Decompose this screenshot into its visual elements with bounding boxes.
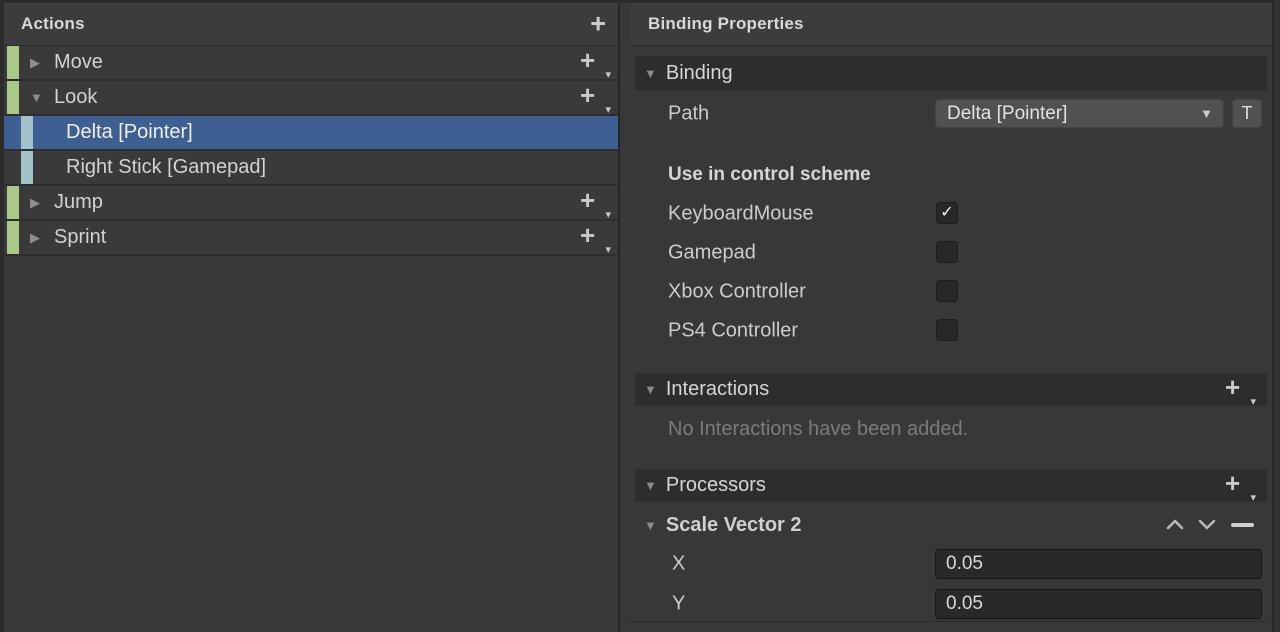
action-row-look[interactable]: ▼ Look + ▾ [4,81,618,116]
caret-icon: ▾ [605,103,611,116]
action-color-bar [7,46,19,79]
binding-properties-title: Binding Properties [630,14,804,34]
processor-name: Scale Vector 2 [666,514,802,537]
scheme-checkbox[interactable]: ✓ [936,202,958,224]
add-binding-button[interactable]: + ▾ [580,50,604,76]
processor-scale-vector2-header[interactable]: ▼ Scale Vector 2 [635,509,1267,541]
window-border-right-pad [1274,0,1280,632]
scheme-label: PS4 Controller [668,320,798,343]
caret-icon: ▾ [1250,491,1256,504]
action-color-bar [7,186,19,219]
scheme-checkbox[interactable]: ✓ [936,319,958,341]
action-color-bar [7,221,19,254]
action-row-move[interactable]: ▶ Move + ▾ [4,46,618,81]
foldout-open-icon[interactable]: ▼ [30,90,46,105]
binding-row-delta-pointer[interactable]: Delta [Pointer] [4,116,618,151]
t-button-label: T [1242,103,1253,124]
path-row: Path Delta [Pointer] ▼ T [630,99,1262,129]
add-binding-button[interactable]: + ▾ [580,190,604,216]
interactions-section-title: Interactions [666,378,769,401]
interactions-section-header[interactable]: ▼ Interactions + ▾ [635,373,1267,406]
action-row-jump[interactable]: ▶ Jump + ▾ [4,186,618,221]
move-processor-down-icon[interactable] [1197,518,1217,531]
y-input[interactable]: 0.05 [935,589,1262,619]
panel-divider[interactable] [618,3,620,632]
add-processor-button[interactable]: + ▾ [1225,473,1249,499]
caret-icon: ▾ [605,68,611,81]
binding-properties-header: Binding Properties [630,3,1272,46]
foldout-open-icon[interactable]: ▼ [644,478,657,493]
add-binding-button[interactable]: + ▾ [580,225,604,251]
foldout-collapsed-icon[interactable]: ▶ [30,195,46,211]
add-action-button[interactable]: + [590,11,606,38]
add-binding-button[interactable]: + ▾ [580,85,604,111]
check-icon: ✓ [940,205,953,221]
action-row-sprint[interactable]: ▶ Sprint + ▾ [4,221,618,256]
processor-section-bottom-rule [630,621,1266,622]
binding-section-header[interactable]: ▼ Binding [635,56,1267,90]
action-label: Move [54,51,103,74]
actions-panel-title: Actions [4,14,85,34]
binding-row-right-stick[interactable]: Right Stick [Gamepad] [4,151,618,186]
caret-icon: ▾ [605,243,611,256]
path-text-mode-button[interactable]: T [1232,99,1262,128]
actions-panel: Actions + ▶ Move + ▾ ▼ Look + ▾ Delta [P… [4,3,618,632]
interactions-empty-message: No Interactions have been added. [668,418,968,441]
remove-processor-icon[interactable] [1231,523,1254,527]
x-label: X [672,553,685,576]
foldout-open-icon[interactable]: ▼ [644,66,657,81]
foldout-open-icon[interactable]: ▼ [644,518,657,533]
scheme-row-keyboardmouse: KeyboardMouse ✓ [630,202,1262,226]
y-label: Y [672,593,685,616]
foldout-collapsed-icon[interactable]: ▶ [30,230,46,246]
processor-field-x: X 0.05 [630,549,1262,579]
binding-label: Right Stick [Gamepad] [66,156,266,179]
binding-color-bar [21,116,33,149]
scheme-checkbox[interactable]: ✓ [936,241,958,263]
action-label: Sprint [54,226,106,249]
scheme-row-ps4: PS4 Controller ✓ [630,319,1262,343]
scheme-row-xbox: Xbox Controller ✓ [630,280,1262,304]
scheme-label: Gamepad [668,242,756,265]
action-label: Jump [54,191,103,214]
y-value: 0.05 [936,593,983,615]
binding-properties-panel: Binding Properties ▼ Binding Path Delta … [630,3,1272,632]
x-value: 0.05 [936,553,983,575]
x-input[interactable]: 0.05 [935,549,1262,579]
plus-icon: + [580,222,595,248]
add-interaction-button[interactable]: + ▾ [1225,377,1249,403]
scheme-checkbox[interactable]: ✓ [936,280,958,302]
plus-icon: + [1225,470,1240,496]
dropdown-caret-icon: ▼ [1200,106,1223,121]
scheme-row-gamepad: Gamepad ✓ [630,241,1262,265]
path-dropdown-value: Delta [Pointer] [936,103,1200,125]
plus-icon: + [580,47,595,73]
binding-label: Delta [Pointer] [66,121,193,144]
foldout-collapsed-icon[interactable]: ▶ [30,55,46,71]
scheme-label: KeyboardMouse [668,203,814,226]
path-dropdown[interactable]: Delta [Pointer] ▼ [935,99,1224,128]
binding-section-title: Binding [666,62,733,85]
control-scheme-heading: Use in control scheme [668,164,871,186]
caret-icon: ▾ [1250,395,1256,408]
path-label: Path [668,103,709,126]
foldout-open-icon[interactable]: ▼ [644,382,657,397]
move-processor-up-icon[interactable] [1165,518,1185,531]
action-label: Look [54,86,97,109]
plus-icon: + [580,82,595,108]
scheme-label: Xbox Controller [668,281,806,304]
actions-panel-header: Actions + [4,3,618,46]
processor-field-y: Y 0.05 [630,589,1262,619]
binding-color-bar [21,151,33,184]
action-color-bar [7,81,19,114]
processors-section-title: Processors [666,474,766,497]
plus-icon: + [580,187,595,213]
processors-section-header[interactable]: ▼ Processors + ▾ [635,469,1267,502]
plus-icon: + [1225,374,1240,400]
caret-icon: ▾ [605,208,611,221]
